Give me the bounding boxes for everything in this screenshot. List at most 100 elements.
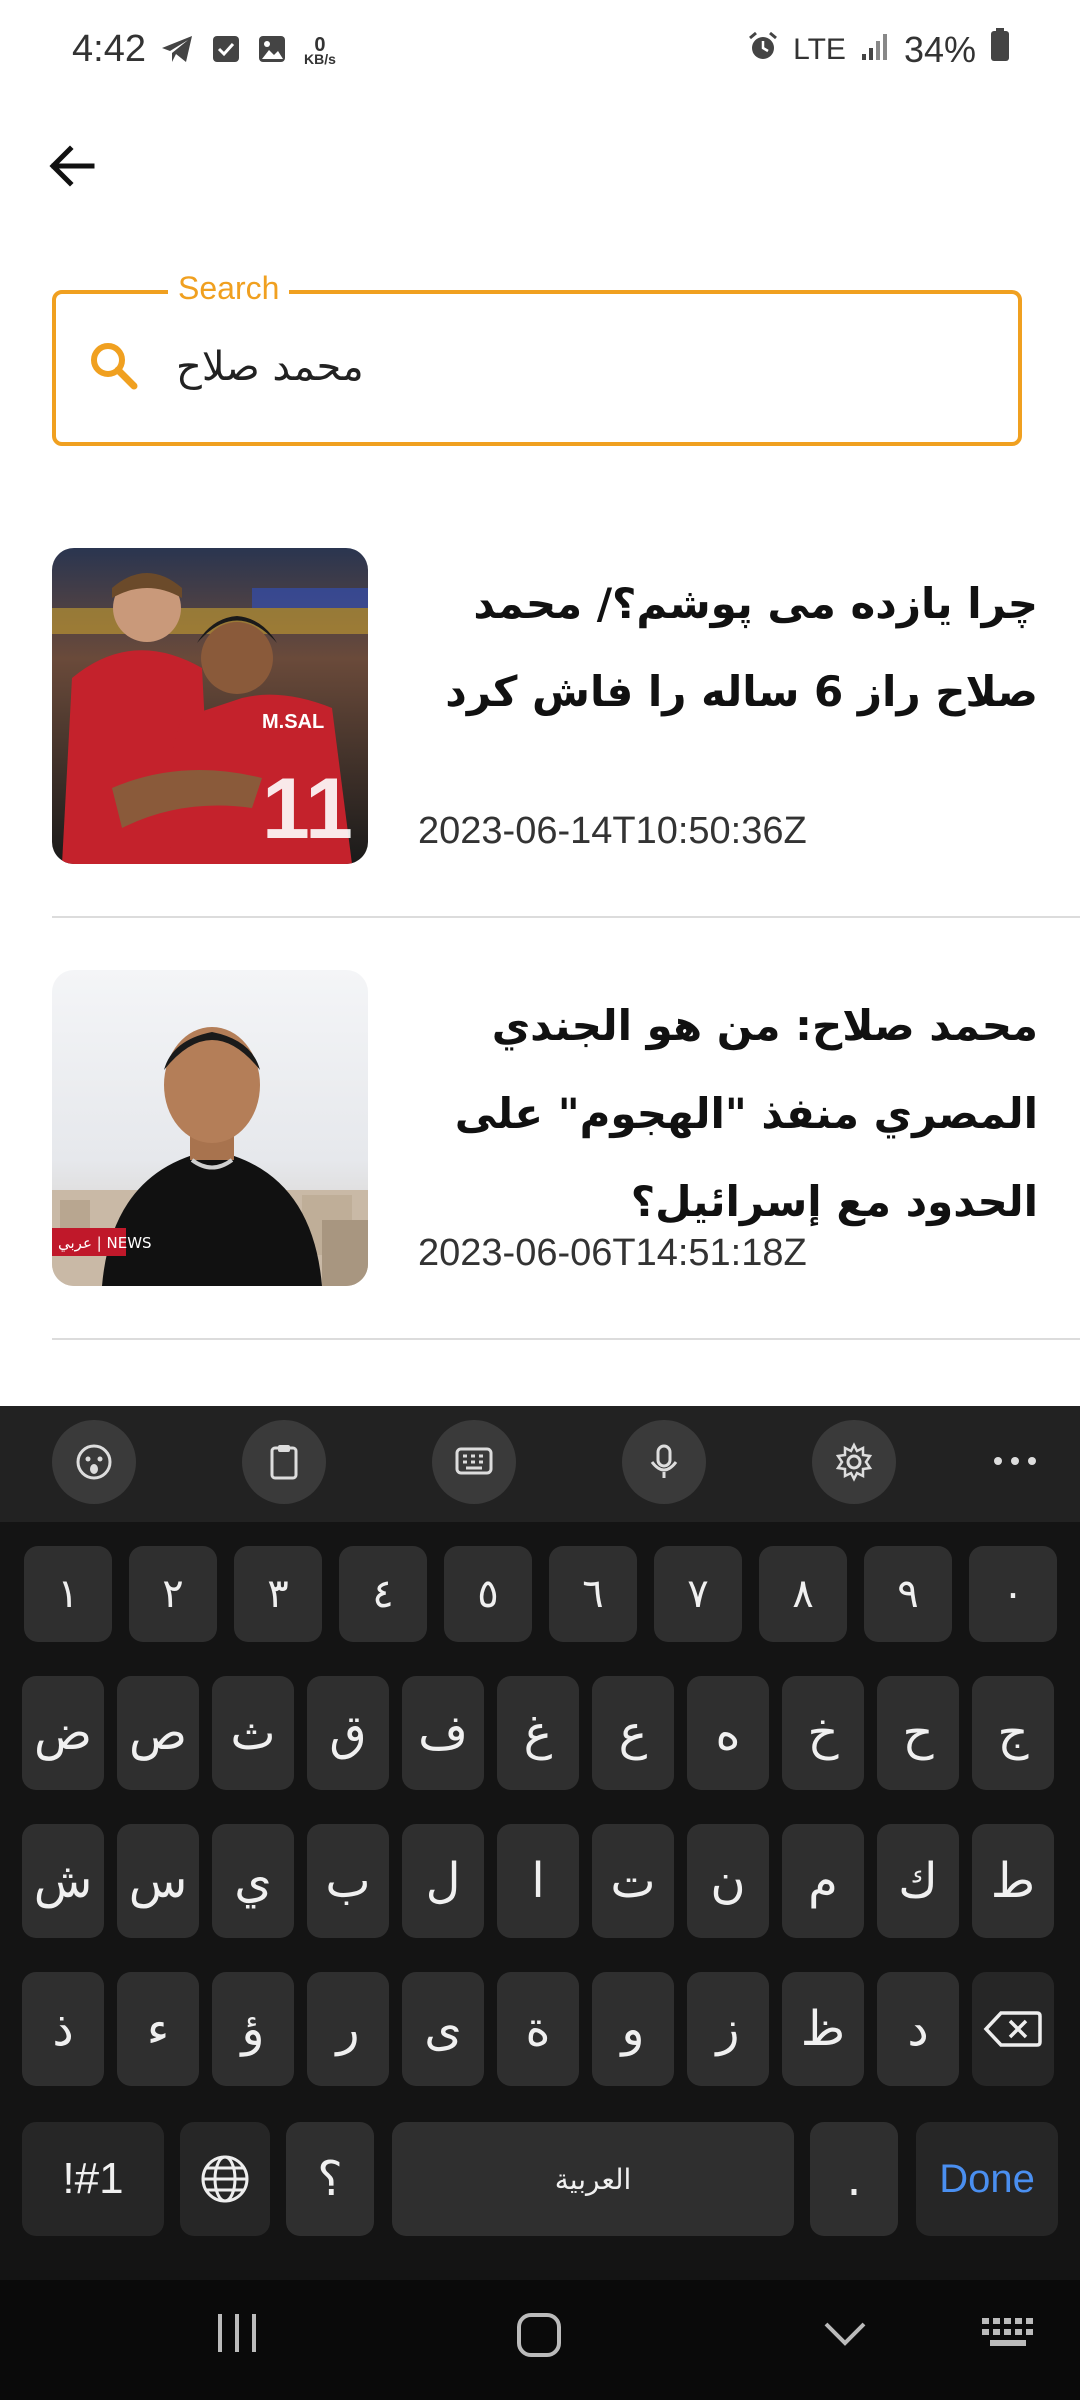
keyboard-mode-button[interactable] [432,1420,516,1504]
language-key[interactable] [180,2122,270,2236]
news-title: چرا یازده می پوشم؟/ محمد صلاح راز 6 ساله… [445,579,1038,716]
home-button[interactable] [514,2310,564,2365]
thumbnail-badge: عربي | NEWS [58,1234,152,1253]
key[interactable]: د [877,1972,959,2086]
battery-percent: 34% [903,28,976,70]
key[interactable]: ث [212,1676,294,1790]
key[interactable]: ٧ [654,1546,742,1642]
question-key[interactable]: ؟ [286,2122,374,2236]
key[interactable]: ظ [782,1972,864,2086]
key[interactable]: ج [972,1676,1054,1790]
back-button[interactable] [44,136,104,196]
news-list-item[interactable]: عربي | NEWS محمد صلاح: من هو الجندي المص… [52,970,1080,1286]
emoji-button[interactable] [52,1420,136,1504]
chevron-down-icon [824,2322,866,2346]
recents-icon [218,2314,256,2352]
telegram-icon [160,34,194,69]
key[interactable]: ت [592,1824,674,1938]
alarm-icon [747,29,779,71]
news-title: محمد صلاح: من هو الجندي المصري منفذ "اله… [454,1001,1038,1226]
system-navigation-bar [0,2280,1080,2400]
more-options-button[interactable] [990,1446,1040,1481]
network-type: LTE [793,32,846,66]
key[interactable]: ف [402,1676,484,1790]
news-thumbnail: عربي | NEWS [52,970,368,1286]
keyboard-icon [982,2318,1033,2346]
recent-apps-button[interactable] [214,2310,260,2361]
key[interactable]: ٨ [759,1546,847,1642]
divider [52,1338,1080,1340]
key[interactable]: خ [782,1676,864,1790]
key[interactable]: ة [497,1972,579,2086]
key[interactable]: ٢ [129,1546,217,1642]
key[interactable]: ١ [24,1546,112,1642]
key[interactable]: ق [307,1676,389,1790]
news-date: 2023-06-14T10:50:36Z [418,810,807,852]
search-icon [86,338,142,394]
key[interactable]: س [117,1824,199,1938]
key[interactable]: ل [402,1824,484,1938]
network-speed: 0 KB/s [304,33,336,67]
key[interactable]: و [592,1972,674,2086]
gallery-icon [258,35,286,68]
search-label: Search [168,270,290,307]
key[interactable]: ٩ [864,1546,952,1642]
key[interactable]: غ [497,1676,579,1790]
status-system-icons: LTE 34% [747,28,1010,71]
key[interactable]: ك [877,1824,959,1938]
divider [52,916,1080,918]
status-bar: 4:42 0 KB/s LTE 34% [0,0,1080,110]
key[interactable]: ٥ [444,1546,532,1642]
news-date: 2023-06-06T14:51:18Z [418,1232,807,1274]
voice-input-button[interactable] [622,1420,706,1504]
key[interactable]: ز [687,1972,769,2086]
search-input[interactable] [176,330,996,404]
key[interactable]: ا [497,1824,579,1938]
clipboard-icon [270,1445,298,1480]
more-dots-icon [994,1457,1036,1465]
key[interactable]: ن [687,1824,769,1938]
key[interactable]: ذ [22,1972,104,2086]
keyboard: ١ ٢ ٣ ٤ ٥ ٦ ٧ ٨ ٩ ٠ ض ص ث ق ف غ ع ه خ ح … [0,1406,1080,2400]
keyboard-switch-button[interactable] [980,2310,1036,2361]
done-key[interactable]: Done [916,2122,1058,2236]
key[interactable]: م [782,1824,864,1938]
key[interactable]: ع [592,1676,674,1790]
symbols-key[interactable]: !#1 [22,2122,164,2236]
status-time: 4:42 [72,28,146,70]
key[interactable]: ٦ [549,1546,637,1642]
gear-icon [835,1442,873,1482]
hide-keyboard-button[interactable] [820,2310,870,2361]
key[interactable]: ه [687,1676,769,1790]
period-key[interactable]: . [810,2122,898,2236]
key[interactable]: ؤ [212,1972,294,2086]
news-thumbnail: M.SAL 11 [52,548,368,864]
backspace-icon [983,2011,1042,2047]
checkbox-icon [212,35,240,68]
key[interactable]: ى [402,1972,484,2086]
key[interactable]: ر [307,1972,389,2086]
keyboard-toolbar [0,1406,1080,1522]
key[interactable]: ٤ [339,1546,427,1642]
key[interactable]: ش [22,1824,104,1938]
news-list-item[interactable]: M.SAL 11 چرا یازده می پوشم؟/ محمد صلاح ر… [52,548,1080,864]
key[interactable]: ٠ [969,1546,1057,1642]
space-key[interactable]: العربية [392,2122,794,2236]
key[interactable]: ب [307,1824,389,1938]
key[interactable]: ص [117,1676,199,1790]
key[interactable]: ي [212,1824,294,1938]
keyboard-settings-button[interactable] [812,1420,896,1504]
key[interactable]: ٣ [234,1546,322,1642]
backspace-key[interactable] [972,1972,1054,2086]
key[interactable]: ط [972,1824,1054,1938]
key[interactable]: ح [877,1676,959,1790]
keyboard-icon [455,1447,493,1475]
key[interactable]: ض [22,1676,104,1790]
jersey-name: M.SAL [262,711,324,733]
clipboard-button[interactable] [242,1420,326,1504]
status-notification-icons: 0 KB/s [160,34,336,69]
arrow-left-icon [49,145,95,187]
jersey-number: 11 [262,761,353,857]
globe-icon [201,2155,249,2203]
key[interactable]: ء [117,1972,199,2086]
